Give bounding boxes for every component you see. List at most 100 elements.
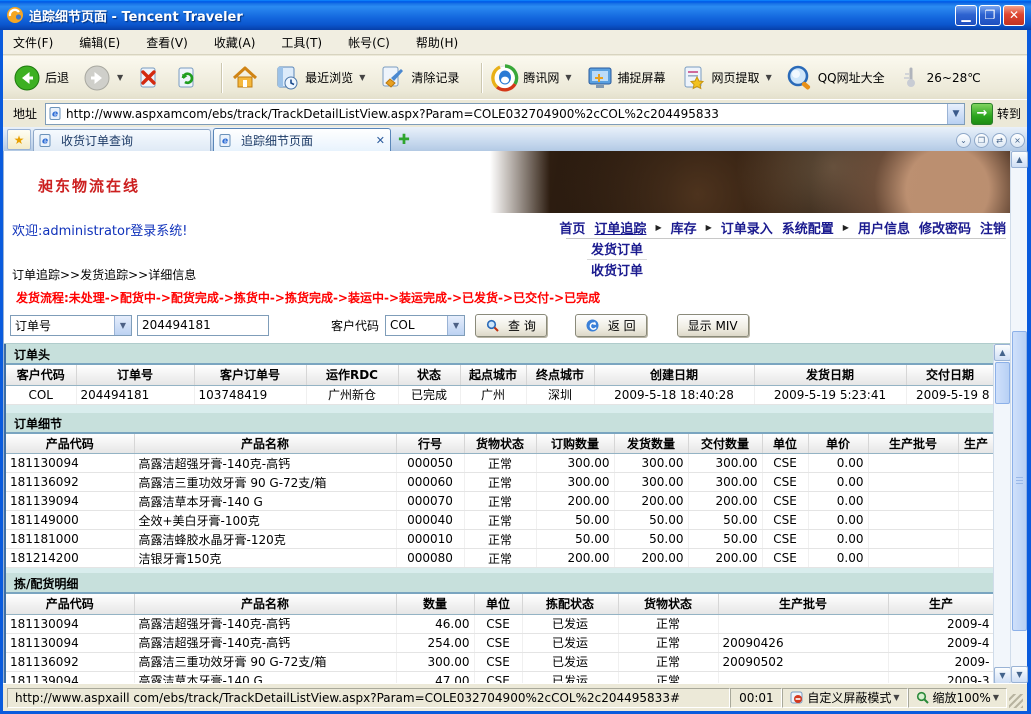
table-cell: 204494181: [76, 385, 194, 404]
tab-close-icon[interactable]: ✕: [376, 134, 385, 147]
table-cell: 300.00: [688, 473, 762, 492]
nav-order-track[interactable]: 订单追踪: [594, 218, 646, 237]
menu-file[interactable]: 文件(F): [13, 34, 53, 51]
minimize-button[interactable]: ▁: [955, 5, 977, 26]
nav-home[interactable]: 首页: [559, 218, 585, 237]
address-dropdown-icon[interactable]: ▼: [947, 104, 964, 124]
recent-dropdown-icon[interactable]: ▼: [359, 73, 365, 82]
tab-receive-order-query[interactable]: e 收货订单查询: [33, 129, 211, 151]
title-bar: 追踪细节页面 - Tencent Traveler ▁ ❐ ✕: [0, 0, 1031, 30]
customer-code-select[interactable]: COL ▼: [385, 315, 465, 336]
recent-button[interactable]: 最近浏览 ▼: [273, 64, 365, 92]
search-button[interactable]: 查 询: [475, 314, 547, 337]
clear-button[interactable]: 清除记录: [379, 64, 459, 92]
tab-page-icon: e: [39, 134, 52, 147]
menu-view[interactable]: 查看(V): [146, 34, 188, 51]
tab-close-all-icon[interactable]: ×: [1010, 133, 1025, 148]
chevron-down-icon: ▼: [893, 693, 899, 702]
address-label: 地址: [13, 105, 37, 122]
stop-button[interactable]: [137, 66, 161, 90]
qq-site-button[interactable]: 腾讯网 ▼: [491, 64, 571, 92]
nav-arrow-icon: ▶: [843, 223, 849, 232]
table-cell: 200.00: [688, 492, 762, 511]
table-cell: 0.00: [808, 492, 868, 511]
show-miv-button[interactable]: 显示 MIV: [677, 314, 749, 337]
scroll-up-icon[interactable]: ▲: [1011, 151, 1028, 168]
menu-account[interactable]: 帐号(C): [348, 34, 390, 51]
scroll-up-icon[interactable]: ▲: [994, 344, 1010, 361]
table-cell: 181139094: [6, 671, 134, 683]
table-cell: [868, 454, 958, 473]
tab-track-detail-page[interactable]: e 追踪细节页面 ✕: [213, 128, 391, 151]
table-scrollbar[interactable]: ▲ ▼: [993, 344, 1010, 683]
nav-arrow-icon: ▶: [706, 223, 712, 232]
column-header: 产品名称: [134, 593, 396, 614]
scroll-down-icon[interactable]: ▼: [994, 667, 1010, 683]
return-button[interactable]: 返 回: [575, 314, 647, 337]
extract-dropdown-icon[interactable]: ▼: [766, 73, 772, 82]
order-number-input[interactable]: [137, 315, 269, 336]
weather-widget[interactable]: 26~28℃: [899, 66, 981, 90]
page-scrollbar[interactable]: ▲ ▼: [1010, 151, 1027, 683]
qq-site-dropdown-icon[interactable]: ▼: [565, 73, 571, 82]
nav-system-config[interactable]: 系统配置: [782, 218, 834, 237]
table-cell: 正常: [464, 492, 536, 511]
table-cell: 254.00: [396, 633, 474, 652]
table-cell: [958, 492, 994, 511]
forward-button[interactable]: ▼: [83, 64, 123, 92]
nav-change-password[interactable]: 修改密码: [919, 218, 971, 237]
tab-overflow-icon[interactable]: ⌄: [956, 133, 971, 148]
order-type-select[interactable]: 订单号 ▼: [10, 315, 132, 336]
maximize-button[interactable]: ❐: [979, 5, 1001, 26]
scroll-thumb[interactable]: [995, 362, 1010, 404]
page-content: 昶东物流在线 欢迎:administrator登录系统! 首页 订单追踪 ▶ 库…: [3, 151, 1010, 683]
pick-detail-table: 产品代码产品名称数量单位拣配状态货物状态生产批号生产181130094高露洁超强…: [6, 592, 995, 683]
column-header: 单价: [808, 433, 868, 454]
new-tab-button[interactable]: ✚: [393, 130, 415, 150]
table-cell: [718, 614, 888, 633]
menu-tools[interactable]: 工具(T): [281, 34, 322, 51]
address-field: e ▼: [45, 103, 965, 125]
extract-button[interactable]: 网页提取 ▼: [680, 64, 772, 92]
zoom-control[interactable]: 缩放100% ▼: [908, 688, 1007, 708]
table-cell: 000050: [396, 454, 464, 473]
detail-tables-frame: 订单头 客户代码订单号客户订单号运作RDC状态起点城市终点城市创建日期发货日期交…: [4, 343, 1010, 683]
table-cell: [958, 454, 994, 473]
welcome-message: 欢迎:administrator登录系统!: [12, 220, 188, 239]
scroll-down-icon[interactable]: ▼: [1011, 666, 1028, 683]
column-header: 订购数量: [536, 433, 614, 454]
tab-switch-icon[interactable]: ⇄: [992, 133, 1007, 148]
nav-inventory[interactable]: 库存: [671, 218, 697, 237]
qq-nav-button[interactable]: QQ网址大全: [786, 64, 885, 92]
browser-window: 追踪细节页面 - Tencent Traveler ▁ ❐ ✕ 文件(F) 编辑…: [0, 0, 1031, 714]
submenu-receive-order[interactable]: 收货订单: [587, 260, 647, 280]
scroll-thumb[interactable]: [1012, 331, 1027, 631]
tab-restore-icon[interactable]: ❐: [974, 133, 989, 148]
table-row: 181139094高露洁草本牙膏-140 G000070正常200.00200.…: [6, 492, 994, 511]
nav-user-info[interactable]: 用户信息: [858, 218, 910, 237]
menu-favorites[interactable]: 收藏(A): [214, 34, 256, 51]
submenu-ship-order[interactable]: 发货订单: [587, 239, 647, 260]
weather-icon: [899, 66, 923, 90]
back-button[interactable]: 后退: [13, 64, 69, 92]
resize-grip[interactable]: [1009, 694, 1023, 708]
table-cell: 200.00: [614, 549, 688, 568]
go-button[interactable]: → 转到: [971, 103, 1021, 125]
status-time: 00:01: [730, 688, 782, 708]
refresh-button[interactable]: [175, 66, 199, 90]
close-button[interactable]: ✕: [1003, 5, 1025, 26]
block-mode-control[interactable]: 自定义屏蔽模式 ▼: [782, 688, 907, 708]
menu-help[interactable]: 帮助(H): [416, 34, 458, 51]
column-header: 货物状态: [464, 433, 536, 454]
home-button[interactable]: [231, 64, 259, 92]
address-input[interactable]: [66, 107, 947, 121]
menu-edit[interactable]: 编辑(E): [79, 34, 120, 51]
forward-dropdown-icon[interactable]: ▼: [117, 73, 123, 82]
nav-order-entry[interactable]: 订单录入: [721, 218, 773, 237]
table-cell: 2009-: [888, 652, 994, 671]
go-label: 转到: [997, 105, 1021, 122]
nav-logout[interactable]: 注销: [980, 218, 1006, 237]
capture-button[interactable]: 捕捉屏幕: [586, 64, 666, 92]
table-cell: 高露洁超强牙膏-140克-高钙: [134, 633, 396, 652]
favorite-star-icon[interactable]: ★: [7, 129, 31, 150]
